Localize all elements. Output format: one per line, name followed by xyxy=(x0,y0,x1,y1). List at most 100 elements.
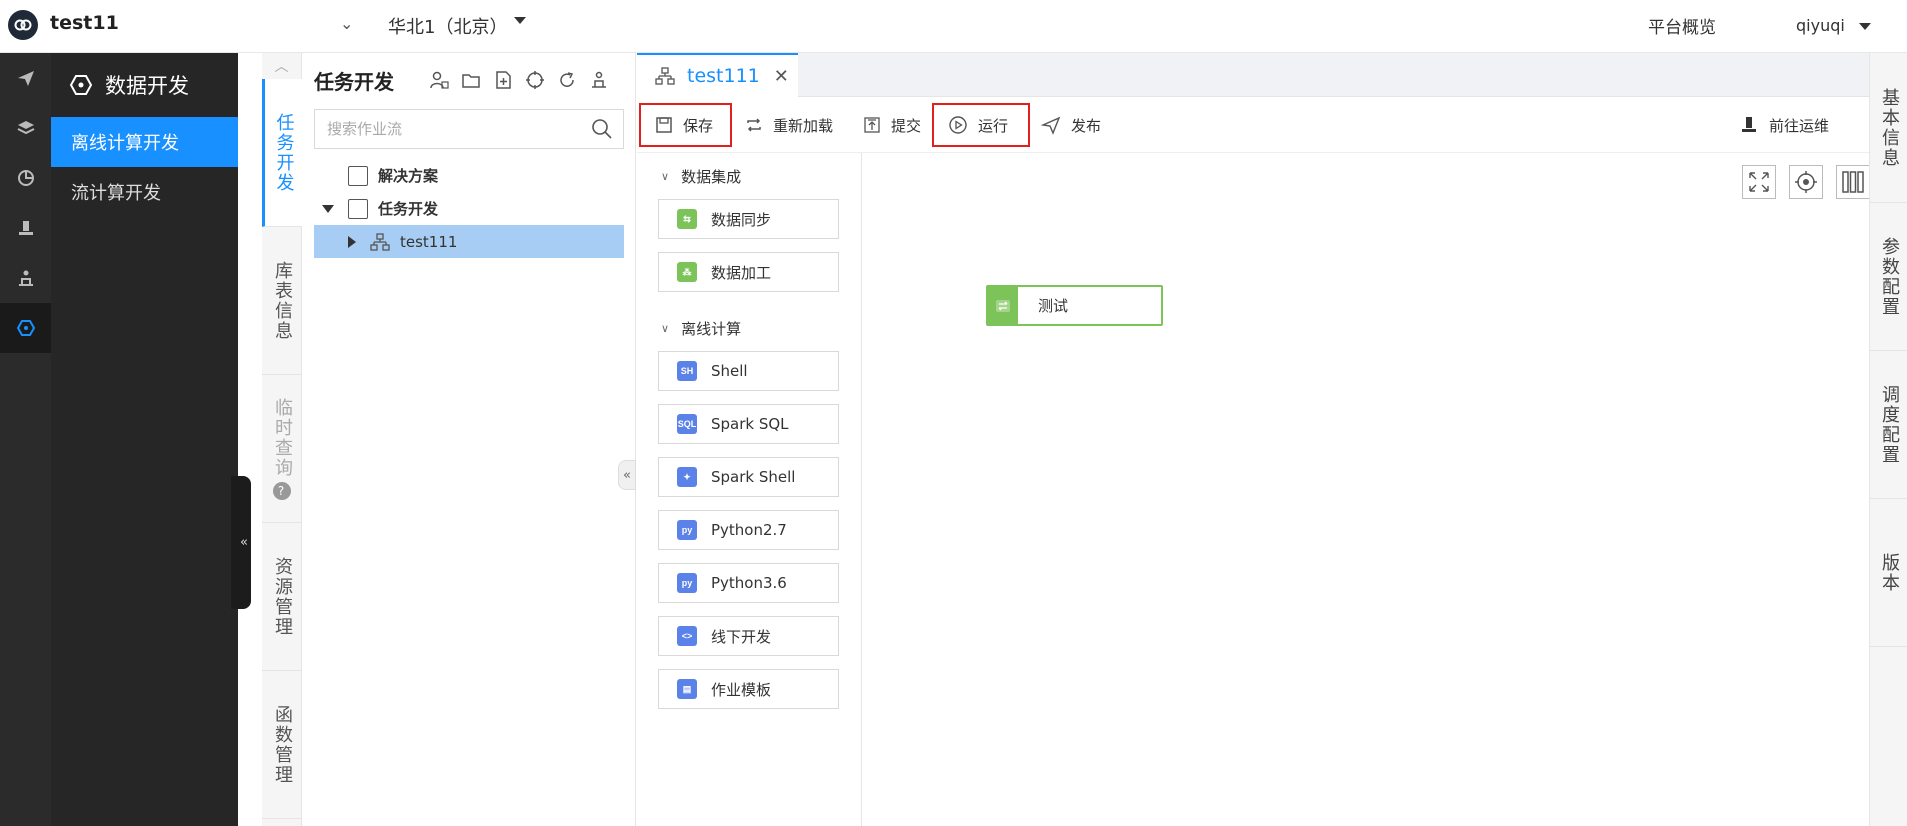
tab-version[interactable]: 版本 xyxy=(1870,499,1907,647)
pie-chart-icon[interactable] xyxy=(0,153,51,203)
search-input[interactable] xyxy=(315,110,585,148)
palette-item-shell[interactable]: SH Shell xyxy=(658,351,839,391)
editor-tab-label: test111 xyxy=(687,65,760,87)
caret-down-icon[interactable] xyxy=(514,17,526,24)
editor-toolbar: 保存 重新加载 提交 运行 发布 前往运维 xyxy=(637,97,1869,153)
palette-item-label: 数据加工 xyxy=(711,263,772,282)
user-filter-icon[interactable] xyxy=(428,69,450,91)
save-icon xyxy=(655,116,673,134)
save-label: 保存 xyxy=(683,116,714,135)
layers-icon[interactable] xyxy=(0,103,51,153)
tab-basic-info[interactable]: 基本信息 xyxy=(1870,53,1907,203)
tab-resource-mgmt[interactable]: 资源管理 xyxy=(262,523,302,671)
region-selector[interactable]: 华北1（北京） xyxy=(388,13,507,39)
sidebar-collapse-button[interactable]: « xyxy=(231,476,251,609)
folder-icon[interactable] xyxy=(460,69,482,91)
caret-right-icon[interactable] xyxy=(348,235,356,248)
node-palette: ∨ 数据集成 ⇆ 数据同步 ⁂ 数据加工 ∨ 离线计算 SH Shell SQL… xyxy=(637,153,862,826)
project-name[interactable]: test11 xyxy=(50,12,119,34)
template-icon: ▤ xyxy=(677,679,697,699)
publish-label: 发布 xyxy=(1071,116,1102,135)
sidebar: 数据开发 离线计算开发 流计算开发 xyxy=(51,53,238,826)
tab-task-dev[interactable]: 任务开发 xyxy=(262,79,302,227)
workflow-icon[interactable] xyxy=(588,69,610,91)
scroll-up-icon[interactable]: ︿ xyxy=(262,53,301,79)
sync-icon xyxy=(988,287,1018,324)
tab-schedule-config[interactable]: 调度配置 xyxy=(1870,351,1907,499)
center-icon[interactable] xyxy=(1789,165,1823,199)
locate-icon[interactable] xyxy=(524,69,546,91)
workflow-icon[interactable] xyxy=(0,253,51,303)
tree-toolbar xyxy=(428,69,610,91)
canvas-toolbar xyxy=(1729,165,1870,199)
ops-icon xyxy=(1739,115,1759,135)
shell-icon: SH xyxy=(677,361,697,381)
goto-ops-button[interactable]: 前往运维 xyxy=(1739,103,1829,147)
send-icon xyxy=(1041,115,1061,135)
run-button[interactable]: 运行 xyxy=(932,103,1030,147)
palette-item-template[interactable]: ▤ 作业模板 xyxy=(658,669,839,709)
search-icon[interactable] xyxy=(591,118,613,144)
palette-item-data-process[interactable]: ⁂ 数据加工 xyxy=(658,252,839,292)
workflow-node-label: 测试 xyxy=(1038,297,1069,315)
publish-button[interactable]: 发布 xyxy=(1041,103,1101,147)
task-tree-panel: 任务开发 解决方案 xyxy=(303,53,636,826)
palette-group-offline[interactable]: ∨ 离线计算 xyxy=(637,305,861,351)
save-button[interactable]: 保存 xyxy=(639,103,732,147)
editor-tab-test111[interactable]: test111 ✕ xyxy=(637,53,798,97)
palette-item-python27[interactable]: py Python2.7 xyxy=(658,510,839,550)
ops-icon[interactable] xyxy=(0,203,51,253)
refresh-icon[interactable] xyxy=(556,69,578,91)
tree-node-label: 解决方案 xyxy=(378,167,439,185)
panel-collapse-button[interactable]: « xyxy=(618,460,636,490)
upload-icon xyxy=(863,116,881,134)
palette-item-data-sync[interactable]: ⇆ 数据同步 xyxy=(658,199,839,239)
palette-item-label: 线下开发 xyxy=(711,627,772,646)
workflow-canvas[interactable]: 测试 xyxy=(863,153,1870,826)
help-icon[interactable]: ? xyxy=(273,481,291,500)
tree-node-task-dev[interactable]: 任务开发 xyxy=(314,192,624,225)
vertical-tabs: ︿ 任务开发 库表信息 临时查询 ? 资源管理 函数管理 xyxy=(262,53,302,826)
palette-item-label: Python3.6 xyxy=(711,574,787,592)
send-icon[interactable] xyxy=(0,53,51,103)
caret-down-icon[interactable] xyxy=(322,204,334,213)
top-bar: test11 ⌄ 华北1（北京） 平台概览 qiyuqi xyxy=(0,0,1907,53)
fullscreen-icon[interactable] xyxy=(1742,165,1776,199)
sidebar-title-label: 数据开发 xyxy=(105,74,189,98)
tab-function-mgmt[interactable]: 函数管理 xyxy=(262,671,302,819)
submit-button[interactable]: 提交 xyxy=(863,103,921,147)
tab-adhoc-query-label: 临时查询 xyxy=(272,397,293,478)
palette-item-spark-sql[interactable]: SQL Spark SQL xyxy=(658,404,839,444)
palette-item-label: Shell xyxy=(711,362,748,380)
tree-title: 任务开发 xyxy=(314,69,394,94)
chevron-down-icon[interactable]: ⌄ xyxy=(340,14,353,33)
sql-icon: SQL xyxy=(677,414,697,434)
platform-overview-link[interactable]: 平台概览 xyxy=(1648,13,1716,38)
new-file-icon[interactable] xyxy=(492,69,514,91)
palette-group-integration[interactable]: ∨ 数据集成 xyxy=(637,153,861,199)
palette-item-label: 作业模板 xyxy=(711,680,772,699)
reload-button[interactable]: 重新加载 xyxy=(745,103,833,147)
palette-item-label: Python2.7 xyxy=(711,521,787,539)
workflow-node[interactable]: 测试 xyxy=(986,285,1163,326)
chevron-down-icon: ∨ xyxy=(661,321,670,335)
palette-item-python36[interactable]: py Python3.6 xyxy=(658,563,839,603)
close-icon[interactable]: ✕ xyxy=(774,66,789,87)
columns-icon[interactable] xyxy=(1836,165,1870,199)
data-dev-icon[interactable] xyxy=(0,303,51,353)
logo-icon[interactable] xyxy=(8,10,38,40)
tab-param-config[interactable]: 参数配置 xyxy=(1870,203,1907,351)
spark-icon: ✦ xyxy=(677,467,697,487)
palette-item-spark-shell[interactable]: ✦ Spark Shell xyxy=(658,457,839,497)
palette-item-offline-dev[interactable]: <> 线下开发 xyxy=(658,616,839,656)
sidebar-item-stream[interactable]: 流计算开发 xyxy=(51,167,238,217)
tab-adhoc-query[interactable]: 临时查询 ? xyxy=(262,375,302,523)
tree-node-test111[interactable]: test111 xyxy=(314,225,624,258)
user-menu[interactable]: qiyuqi xyxy=(1796,16,1845,35)
tab-table-info[interactable]: 库表信息 xyxy=(262,227,302,375)
palette-group-label: 离线计算 xyxy=(681,319,742,338)
reload-label: 重新加载 xyxy=(773,116,834,135)
sidebar-item-offline[interactable]: 离线计算开发 xyxy=(51,117,238,167)
tree-node-solution[interactable]: 解决方案 xyxy=(314,159,624,192)
caret-down-icon[interactable] xyxy=(1859,23,1871,30)
